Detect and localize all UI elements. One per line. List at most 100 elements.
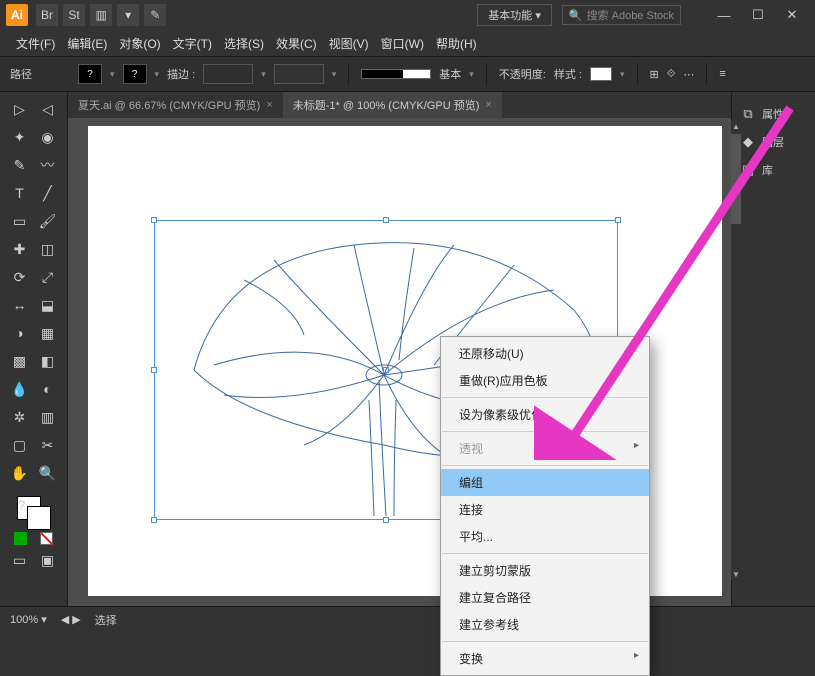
stroke-dropdown-icon[interactable]: ▾ — [155, 69, 160, 80]
resize-handle[interactable] — [615, 217, 621, 223]
resize-handle[interactable] — [151, 367, 157, 373]
lasso-tool[interactable]: ◉ — [37, 126, 59, 148]
layers-icon: ◆ — [740, 134, 756, 150]
resize-handle[interactable] — [383, 217, 389, 223]
screen-mode[interactable]: ▣ — [37, 549, 59, 571]
graphic-style-swatch[interactable] — [590, 67, 612, 81]
ctx-group[interactable]: 编组 — [441, 469, 649, 496]
stock-search[interactable]: 🔍 搜索 Adobe Stock — [562, 5, 681, 25]
resize-handle[interactable] — [383, 517, 389, 523]
scale-tool[interactable]: ⤢ — [37, 266, 59, 288]
brush-tool[interactable]: 🖌 — [37, 210, 59, 232]
menu-view[interactable]: 视图(V) — [329, 35, 369, 52]
hand-tool[interactable]: ✋ — [9, 462, 31, 484]
selection-tool[interactable]: ▷ — [9, 98, 31, 120]
perspective-tool[interactable]: ▦ — [37, 322, 59, 344]
ctx-join[interactable]: 连接 — [441, 496, 649, 523]
menu-file[interactable]: 文件(F) — [16, 35, 55, 52]
menu-select[interactable]: 选择(S) — [224, 35, 264, 52]
blend-tool[interactable]: ◐ — [37, 378, 59, 400]
scroll-down-icon[interactable]: ▼ — [731, 568, 741, 580]
panel-layers[interactable]: ◆图层 — [732, 128, 815, 156]
ctx-make-compound-path[interactable]: 建立复合路径 — [441, 584, 649, 611]
workspace-switcher[interactable]: 基本功能 ▾ — [477, 4, 552, 26]
close-button[interactable]: ✕ — [775, 4, 809, 26]
brush-profile[interactable] — [274, 64, 324, 84]
ctx-make-clipping-mask[interactable]: 建立剪切蒙版 — [441, 557, 649, 584]
menu-bar: 文件(F) 编辑(E) 对象(O) 文字(T) 选择(S) 效果(C) 视图(V… — [0, 30, 815, 56]
gradient-tool[interactable]: ◧ — [37, 350, 59, 372]
pen-tool[interactable]: ✎ — [9, 154, 31, 176]
ctx-average[interactable]: 平均... — [441, 523, 649, 550]
scroll-up-icon[interactable]: ▲ — [731, 120, 741, 132]
tab-close-icon[interactable]: × — [485, 99, 491, 111]
transform-icon[interactable]: ⟐ — [667, 68, 676, 81]
properties-icon: ⧉ — [740, 106, 756, 122]
doc-tab-1[interactable]: 夏天.ai @ 66.67% (CMYK/GPU 预览)× — [68, 92, 283, 118]
free-transform-tool[interactable]: ⬓ — [37, 294, 59, 316]
curvature-tool[interactable]: 〰 — [37, 154, 59, 176]
maximize-button[interactable]: ☐ — [741, 4, 775, 26]
ctx-pixel-perfect[interactable]: 设为像素级优化 — [441, 401, 649, 428]
draw-mode[interactable]: ▭ — [9, 549, 31, 571]
graph-tool[interactable]: ▥ — [37, 406, 59, 428]
menu-effect[interactable]: 效果(C) — [276, 35, 317, 52]
artboard-tool[interactable]: ▢ — [9, 434, 31, 456]
zoom-display[interactable]: 100% ▾ — [10, 613, 47, 626]
align-icon[interactable]: ⊞ — [650, 68, 659, 81]
context-menu: 还原移动(U) 重做(R)应用色板 设为像素级优化 透视 编组 连接 平均...… — [440, 336, 650, 676]
stroke-swatch[interactable]: ? — [123, 64, 147, 84]
symbol-sprayer-tool[interactable]: ✲ — [9, 406, 31, 428]
magic-wand-tool[interactable]: ✦ — [9, 126, 31, 148]
resize-handle[interactable] — [151, 517, 157, 523]
screen-mode-strip[interactable] — [14, 532, 53, 545]
feather-icon[interactable]: ✎ — [144, 4, 166, 26]
style-label: 基本 — [439, 66, 461, 82]
stock-placeholder: 搜索 Adobe Stock — [587, 7, 674, 23]
doc-tab-2[interactable]: 未标题-1* @ 100% (CMYK/GPU 预览)× — [283, 92, 502, 118]
width-tool[interactable]: ↔ — [9, 294, 31, 316]
isolate-icon[interactable]: ⋯ — [683, 68, 694, 81]
shaper-tool[interactable]: ✚ — [9, 238, 31, 260]
line-tool[interactable]: ╱ — [37, 182, 59, 204]
menu-type[interactable]: 文字(T) — [173, 35, 212, 52]
fill-stroke-swatch[interactable]: ? — [17, 496, 51, 530]
slice-tool[interactable]: ✂ — [37, 434, 59, 456]
resize-handle[interactable] — [151, 217, 157, 223]
ctx-make-guides[interactable]: 建立参考线 — [441, 611, 649, 638]
menu-object[interactable]: 对象(O) — [119, 35, 160, 52]
panel-libraries[interactable]: ▣库 — [732, 156, 815, 184]
mesh-tool[interactable]: ▩ — [9, 350, 31, 372]
ctx-transform[interactable]: 变换 — [441, 645, 649, 672]
shape-builder-tool[interactable]: ◑ — [9, 322, 31, 344]
type-tool[interactable]: T — [9, 182, 31, 204]
direct-selection-tool[interactable]: ◁ — [37, 98, 59, 120]
cb-entity-label: 路径 — [10, 66, 32, 82]
menu-help[interactable]: 帮助(H) — [436, 35, 477, 52]
scroll-thumb[interactable] — [731, 134, 741, 224]
fill-dropdown-icon[interactable]: ▾ — [110, 69, 115, 80]
rect-tool[interactable]: ▭ — [9, 210, 31, 232]
fill-swatch[interactable]: ? — [78, 64, 102, 84]
menu-edit[interactable]: 编辑(E) — [67, 35, 107, 52]
ctx-undo[interactable]: 还原移动(U) — [441, 340, 649, 367]
rotate-tool[interactable]: ⟳ — [9, 266, 31, 288]
eraser-tool[interactable]: ◫ — [37, 238, 59, 260]
minimize-button[interactable]: — — [707, 4, 741, 26]
zoom-tool[interactable]: 🔍 — [37, 462, 59, 484]
panel-properties[interactable]: ⧉属性 — [732, 100, 815, 128]
stroke-weight-input[interactable] — [203, 64, 253, 84]
bridge-icon[interactable]: Br — [36, 4, 58, 26]
arrange-icon[interactable]: ▥ — [90, 4, 112, 26]
status-nav[interactable]: ◀ ▶ — [61, 613, 81, 626]
stock-icon[interactable]: St — [63, 4, 85, 26]
panel-menu-icon[interactable]: ≡ — [719, 68, 725, 80]
gpu-icon[interactable]: ▾ — [117, 4, 139, 26]
eyedropper-tool[interactable]: 💧 — [9, 378, 31, 400]
vertical-scrollbar[interactable]: ▲ ▼ — [731, 120, 741, 580]
ctx-redo[interactable]: 重做(R)应用色板 — [441, 367, 649, 394]
menu-window[interactable]: 窗口(W) — [381, 35, 424, 52]
center-handle[interactable] — [383, 367, 389, 373]
brush-stroke-preview[interactable] — [361, 69, 431, 79]
tab-close-icon[interactable]: × — [266, 99, 272, 111]
